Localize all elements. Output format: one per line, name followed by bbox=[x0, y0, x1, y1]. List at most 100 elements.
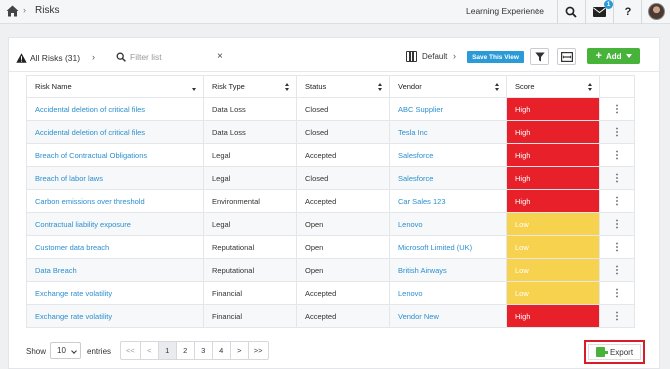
risks-table: Risk Name Risk Type Status Vendor Score … bbox=[26, 75, 635, 328]
filter-dropdown[interactable]: All Risks (31) bbox=[16, 51, 80, 65]
risk-name-link[interactable]: Breach of labor laws bbox=[35, 174, 103, 183]
vendor-cell[interactable]: Tesla Inc bbox=[389, 120, 507, 144]
column-header-vendor[interactable]: Vendor bbox=[389, 75, 507, 98]
help-icon[interactable]: ? bbox=[620, 4, 636, 20]
vendor-cell[interactable]: British Airways bbox=[389, 258, 507, 282]
column-header-risk-type[interactable]: Risk Type bbox=[203, 75, 297, 98]
risk-type-cell: Legal bbox=[203, 143, 297, 167]
risk-name-cell[interactable]: Breach of labor laws bbox=[26, 166, 204, 190]
previous-page-button[interactable]: < bbox=[141, 342, 159, 359]
vendor-link[interactable]: Vendor New bbox=[398, 312, 439, 321]
caret-down-icon bbox=[625, 54, 632, 58]
page-2-button[interactable]: 2 bbox=[177, 342, 195, 359]
score-badge: Low bbox=[506, 281, 600, 305]
risk-name-cell[interactable]: Breach of Contractual Obligations bbox=[26, 143, 204, 167]
export-label: Export bbox=[609, 347, 634, 357]
risk-name-link[interactable]: Contractual liability exposure bbox=[35, 220, 131, 229]
vendor-cell[interactable]: Car Sales 123 bbox=[389, 189, 507, 213]
vendor-link[interactable]: Car Sales 123 bbox=[398, 197, 446, 206]
risk-name-cell[interactable]: Carbon emissions over threshold bbox=[26, 189, 204, 213]
more-options-icon[interactable]: ⋮ bbox=[599, 212, 635, 236]
risk-type-cell: Legal bbox=[203, 166, 297, 190]
avatar[interactable] bbox=[648, 3, 665, 20]
chevron-right-icon[interactable]: › bbox=[92, 52, 95, 62]
top-bar: › Risks Learning Experience › 1 ? bbox=[0, 0, 670, 24]
clear-icon[interactable]: × bbox=[217, 51, 223, 62]
risk-name-cell[interactable]: Customer data breach bbox=[26, 235, 204, 259]
first-page-button[interactable]: << bbox=[121, 342, 141, 359]
more-options-icon[interactable]: ⋮ bbox=[599, 143, 635, 167]
vendor-link[interactable]: Microsoft Limited (UK) bbox=[398, 243, 472, 252]
vendor-cell[interactable]: Salesforce bbox=[389, 166, 507, 190]
risk-name-link[interactable]: Carbon emissions over threshold bbox=[35, 197, 145, 206]
entries-label: entries bbox=[87, 347, 112, 356]
risk-name-link[interactable]: Customer data breach bbox=[35, 243, 109, 252]
vendor-cell[interactable]: ABC Supplier bbox=[389, 97, 507, 121]
more-options-icon[interactable]: ⋮ bbox=[599, 166, 635, 190]
vendor-link[interactable]: Tesla Inc bbox=[398, 128, 428, 137]
last-page-button[interactable]: >> bbox=[249, 342, 268, 359]
vendor-link[interactable]: Salesforce bbox=[398, 151, 433, 160]
score-badge: High bbox=[506, 120, 600, 144]
sort-icon bbox=[192, 83, 197, 92]
risk-name-link[interactable]: Accidental deletion of critical files bbox=[35, 128, 145, 137]
page-size-select[interactable]: 10 bbox=[50, 342, 81, 359]
score-badge: Low bbox=[506, 258, 600, 282]
score-badge: High bbox=[506, 166, 600, 190]
risk-name-link[interactable]: Data Breach bbox=[35, 266, 77, 275]
more-options-icon[interactable]: ⋮ bbox=[599, 281, 635, 305]
columns-icon[interactable] bbox=[406, 51, 417, 62]
add-label: Add bbox=[605, 51, 622, 61]
more-options-icon[interactable]: ⋮ bbox=[599, 189, 635, 213]
home-icon[interactable] bbox=[6, 5, 19, 17]
search-icon[interactable] bbox=[563, 4, 579, 20]
column-header-score[interactable]: Score bbox=[506, 75, 600, 98]
more-options-icon[interactable]: ⋮ bbox=[599, 235, 635, 259]
view-selector[interactable]: Default bbox=[422, 52, 447, 61]
filter-button[interactable] bbox=[530, 48, 549, 65]
vendor-cell[interactable]: Vendor New bbox=[389, 304, 507, 328]
chevron-right-icon[interactable]: › bbox=[453, 51, 456, 61]
risk-type-cell: Reputational bbox=[203, 258, 297, 282]
next-page-button[interactable]: > bbox=[231, 342, 249, 359]
filter-search-input[interactable] bbox=[130, 50, 215, 64]
risk-name-cell[interactable]: Data Breach bbox=[26, 258, 204, 282]
chevron-right-icon[interactable]: › bbox=[536, 5, 539, 15]
show-label: Show bbox=[26, 347, 47, 356]
project-switcher[interactable]: Learning Experience bbox=[466, 6, 544, 16]
risk-name-cell[interactable]: Exchange rate volatility bbox=[26, 281, 204, 305]
more-options-icon[interactable]: ⋮ bbox=[599, 97, 635, 121]
vendor-link[interactable]: British Airways bbox=[398, 266, 447, 275]
risk-name-link[interactable]: Exchange rate volatility bbox=[35, 289, 112, 298]
more-options-icon[interactable]: ⋮ bbox=[599, 258, 635, 282]
vendor-cell[interactable]: Lenovo bbox=[389, 281, 507, 305]
pagination: << < 1 2 3 4 > >> bbox=[120, 341, 269, 360]
vendor-cell[interactable]: Salesforce bbox=[389, 143, 507, 167]
risk-type-cell: Reputational bbox=[203, 235, 297, 259]
vendor-link[interactable]: ABC Supplier bbox=[398, 105, 443, 114]
save-view-button[interactable]: Save This View bbox=[467, 51, 524, 63]
page-1-button[interactable]: 1 bbox=[158, 342, 177, 359]
vendor-cell[interactable]: Lenovo bbox=[389, 212, 507, 236]
risk-name-cell[interactable]: Exchange rate volatility bbox=[26, 304, 204, 328]
risk-name-cell[interactable]: Contractual liability exposure bbox=[26, 212, 204, 236]
more-options-icon[interactable]: ⋮ bbox=[599, 120, 635, 144]
vendor-link[interactable]: Salesforce bbox=[398, 174, 433, 183]
page-4-button[interactable]: 4 bbox=[213, 342, 231, 359]
column-header-risk-name[interactable]: Risk Name bbox=[26, 75, 204, 98]
vendor-cell[interactable]: Microsoft Limited (UK) bbox=[389, 235, 507, 259]
status-cell: Accepted bbox=[296, 189, 390, 213]
risk-name-cell[interactable]: Accidental deletion of critical files bbox=[26, 120, 204, 144]
risk-name-link[interactable]: Breach of Contractual Obligations bbox=[35, 151, 147, 160]
expand-columns-button[interactable] bbox=[557, 48, 576, 65]
risk-name-link[interactable]: Accidental deletion of critical files bbox=[35, 105, 145, 114]
add-button[interactable]: + Add bbox=[587, 48, 640, 64]
risk-name-cell[interactable]: Accidental deletion of critical files bbox=[26, 97, 204, 121]
vendor-link[interactable]: Lenovo bbox=[398, 289, 423, 298]
column-header-status[interactable]: Status bbox=[296, 75, 390, 98]
risk-name-link[interactable]: Exchange rate volatility bbox=[35, 312, 112, 321]
page-3-button[interactable]: 3 bbox=[195, 342, 213, 359]
vendor-link[interactable]: Lenovo bbox=[398, 220, 423, 229]
more-options-icon[interactable]: ⋮ bbox=[599, 304, 635, 328]
export-button[interactable]: Export bbox=[588, 344, 641, 360]
